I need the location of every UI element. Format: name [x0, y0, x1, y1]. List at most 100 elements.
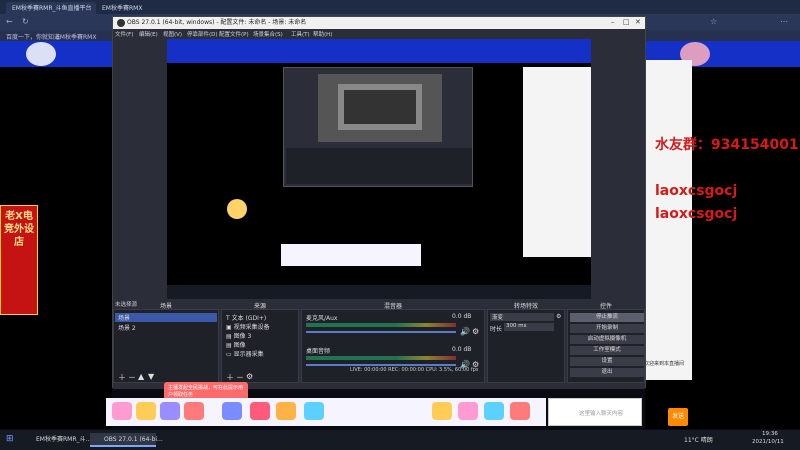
nested-badge-icon — [227, 199, 247, 219]
menu-file[interactable]: 文件(F) — [115, 30, 133, 38]
donor-line: laoxcsgocj — [655, 206, 738, 222]
source-label: 文本 (GDI+) — [231, 315, 267, 322]
gift-icon[interactable] — [458, 402, 478, 420]
refresh-icon[interactable]: ↻ — [22, 17, 29, 26]
menu-scene-collection[interactable]: 场景集合(S) — [253, 30, 283, 38]
minimize-icon[interactable]: – — [611, 18, 615, 26]
source-label: 显示器采集 — [233, 351, 264, 358]
duration-label: 时长 — [490, 326, 503, 333]
source-item[interactable]: ▤ 图像 3 — [226, 331, 251, 340]
bookmark-item[interactable]: 百度一下，你就知道 — [6, 32, 60, 41]
send-button[interactable]: 发送 — [668, 408, 688, 426]
transition-select[interactable]: 渐变 — [490, 313, 554, 321]
browser-tab[interactable]: EM秋季賽RMX — [96, 2, 156, 14]
menu-profile[interactable]: 配置文件(P) — [219, 30, 249, 38]
browser-tab-active[interactable]: EM秋季賽RMR_斗鱼直播平台 — [6, 2, 96, 14]
down-icon[interactable]: ▼ — [148, 372, 154, 381]
duration-input[interactable]: 300 ms — [504, 323, 554, 331]
source-item[interactable]: T 文本 (GDI+) — [226, 313, 266, 322]
source-item[interactable]: ▭ 显示器采集 — [226, 349, 264, 358]
site-logo — [26, 42, 56, 66]
source-label: 视频采集设备 — [233, 324, 270, 331]
gift-icon[interactable] — [432, 402, 452, 420]
weather-text: 11°C 晴朗 — [684, 437, 713, 444]
nested-gift-bar — [281, 244, 421, 266]
gift-bar — [106, 398, 546, 426]
gear-icon[interactable]: ⚙ — [556, 313, 561, 320]
volume-meter — [306, 356, 456, 360]
shop-badge: 老X电竞外设店 — [0, 205, 38, 315]
volume-slider[interactable] — [306, 364, 456, 366]
scenes-dock-title: 场景 — [159, 303, 172, 310]
maximize-icon[interactable]: □ — [623, 18, 630, 26]
mixer-channel-level: 0.0 dB — [452, 346, 472, 353]
obs-menu-bar: 文件(F) 编辑(E) 视图(V) 停靠部件(D) 配置文件(P) 场景集合(S… — [113, 29, 645, 38]
nested-docks — [286, 148, 472, 184]
obs-window: OBS 27.0.1 (64-bit, windows) - 配置文件: 未命名… — [112, 16, 646, 389]
nested-preview — [318, 74, 442, 142]
obs-dock-area: 未选择源 场景 场景 场景 2 ＋ － ▲ ▼ 来源 T 文本 (GDI+) ▣… — [113, 299, 645, 389]
more-icon[interactable]: ⋯ — [780, 17, 788, 26]
menu-edit[interactable]: 编辑(E) — [139, 30, 158, 38]
windows-start-icon[interactable]: ⊞ — [6, 434, 14, 444]
browser-tab-strip: EM秋季賽RMR_斗鱼直播平台 EM秋季賽RMX — [0, 0, 800, 14]
volume-slider[interactable] — [306, 331, 456, 333]
gift-icon[interactable] — [136, 402, 156, 420]
settings-button[interactable]: 设置 — [570, 357, 644, 366]
mixer-channel-name: 桌面音频 — [306, 348, 331, 355]
obs-preview[interactable] — [167, 39, 591, 299]
scene-item[interactable]: 场景 — [115, 313, 217, 322]
gear-icon[interactable]: ⚙ — [246, 372, 253, 381]
gift-icon[interactable] — [276, 402, 296, 420]
sources-dock: 来源 T 文本 (GDI+) ▣ 视频采集设备 ▤ 图像 3 ▤ 图像 ▭ 显示… — [221, 303, 299, 383]
gift-icon[interactable] — [250, 402, 270, 420]
virtual-camera-button[interactable]: 启动虚拟摄像机 — [570, 335, 644, 344]
sources-dock-title: 来源 — [253, 303, 266, 310]
controls-dock-title: 控件 — [599, 303, 612, 310]
nested-chat-panel — [523, 67, 591, 257]
source-label: 图像 — [233, 342, 246, 349]
taskbar-obs[interactable]: OBS 27.0.1 (64-bi... — [90, 433, 163, 447]
gift-icon[interactable] — [484, 402, 504, 420]
donor-line: laoxcsgocj — [655, 183, 738, 199]
close-icon[interactable]: ✕ — [635, 18, 641, 26]
chat-welcome: 欢迎来到本直播间 — [644, 361, 685, 367]
nested-obs-window — [283, 67, 473, 187]
taskbar-browser[interactable]: EM秋季赛RMR_斗... — [22, 433, 91, 447]
volume-meter — [306, 323, 456, 327]
start-recording-button[interactable]: 开始录制 — [570, 324, 644, 333]
gift-icon[interactable] — [160, 402, 180, 420]
gear-icon[interactable]: ⚙ — [472, 327, 479, 336]
source-item[interactable]: ▤ 图像 — [226, 340, 246, 349]
speaker-icon[interactable]: 🔊 — [460, 327, 470, 336]
exit-button[interactable]: 退出 — [570, 368, 644, 377]
stop-streaming-button[interactable]: 停止推流 — [570, 313, 644, 322]
nested-preview-inner — [338, 84, 422, 130]
star-icon[interactable]: ☆ — [710, 17, 717, 26]
scenes-dock: 场景 场景 场景 2 ＋ － ▲ ▼ — [113, 303, 219, 383]
obs-title-bar: OBS 27.0.1 (64-bit, windows) - 配置文件: 未命名… — [113, 17, 645, 29]
scene-item[interactable]: 场景 2 — [118, 323, 136, 332]
donor-line: 水友群：934154001 — [655, 137, 799, 153]
gift-icon[interactable] — [184, 402, 204, 420]
mixer-channel-level: 0.0 dB — [452, 313, 472, 320]
chat-input-box[interactable]: 这里输入聊天内容 — [548, 398, 642, 426]
gift-icon[interactable] — [304, 402, 324, 420]
back-icon[interactable]: ← — [6, 17, 13, 26]
obs-logo-icon — [117, 19, 125, 27]
gift-icon[interactable] — [112, 402, 132, 420]
menu-view[interactable]: 视图(V) — [163, 30, 182, 38]
gift-icon[interactable] — [222, 402, 242, 420]
menu-help[interactable]: 帮助(H) — [313, 30, 332, 38]
add-icon[interactable]: ＋ — [118, 372, 126, 383]
source-item[interactable]: ▣ 视频采集设备 — [226, 322, 270, 331]
gift-icon[interactable] — [510, 402, 530, 420]
remove-icon[interactable]: － — [128, 372, 136, 383]
bookmark-item[interactable]: EM秋季賽RMX — [56, 32, 96, 41]
up-icon[interactable]: ▲ — [138, 372, 144, 381]
studio-mode-button[interactable]: 工作室模式 — [570, 346, 644, 355]
mixer-dock-title: 混音器 — [383, 303, 402, 310]
menu-docks[interactable]: 停靠部件(D) — [187, 30, 218, 38]
menu-tools[interactable]: 工具(T) — [291, 30, 310, 38]
chat-input-placeholder: 这里输入聊天内容 — [579, 411, 624, 417]
